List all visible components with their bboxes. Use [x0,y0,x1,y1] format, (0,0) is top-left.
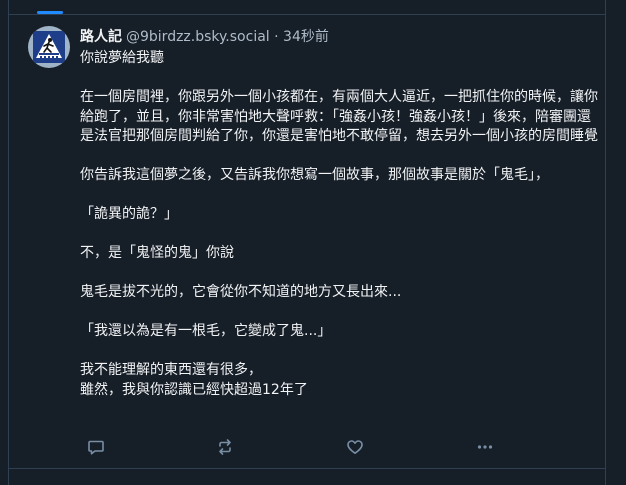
post-paragraph: 鬼毛是拔不光的，它會從你不知道的地方又長出來... [80,284,402,300]
post-actions [80,436,500,458]
post-paragraph: 你說夢給我聽 [80,50,164,66]
repost-button[interactable] [214,436,236,458]
bottom-divider [9,468,605,469]
post-header: 路人記 @9birdzz.bsky.social · 34秒前 [80,27,329,47]
post-timestamp[interactable]: 34秒前 [283,29,329,45]
post-paragraph: 我不能理解的東西還有很多， 雖然，我與你認識已經快超過12年了 [80,362,308,398]
post-paragraph: 「我還以為是有一根毛，它變成了鬼...」 [80,323,332,339]
repost-icon [219,439,231,455]
crosswalk-sign-icon [28,26,70,68]
post-paragraph: 「詭異的詭？」 [80,206,178,222]
reply-icon [88,440,104,455]
post-paragraph: 在一個房間裡，你跟另外一個小孩都在，有兩個大人逼近，一把抓住你的時候，讓你給跑了… [80,89,598,144]
author-display-name[interactable]: 路人記 [80,29,122,45]
post-text: 你說夢給我聽 在一個房間裡，你跟另外一個小孩都在，有兩個大人逼近，一把抓住你的時… [80,49,598,400]
top-divider [9,14,605,15]
more-options-icon [477,445,493,449]
more-options-button[interactable] [474,436,496,458]
feed-column: 路人記 @9birdzz.bsky.social · 34秒前 你說夢給我聽 在一… [8,0,606,485]
heart-icon [347,440,363,454]
like-button[interactable] [344,436,366,458]
author-handle[interactable]: @9birdzz.bsky.social [126,29,270,45]
header-separator: · [274,29,279,45]
avatar[interactable] [28,26,70,68]
post-paragraph: 你告訴我這個夢之後，又告訴我你想寫一個故事，那個故事是關於「鬼毛」， [80,167,549,183]
post-paragraph: 不，是「鬼怪的鬼」你說 [80,245,234,261]
reply-button[interactable] [85,436,107,458]
